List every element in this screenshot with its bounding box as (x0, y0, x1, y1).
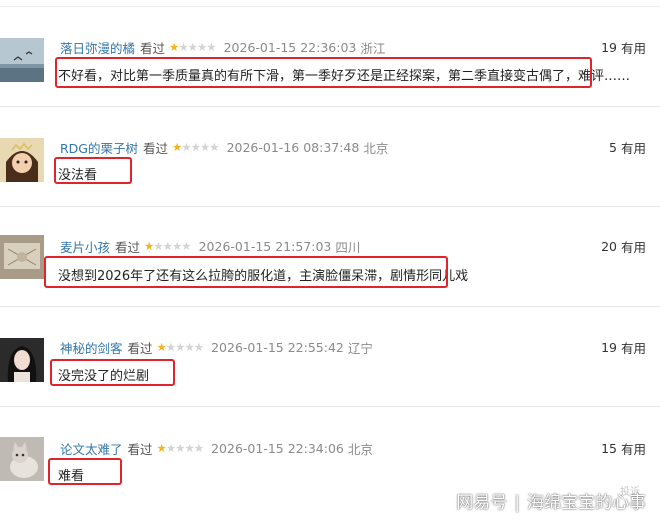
review-meta: RDG的栗子树 看过 ★★★★★ 2026-01-16 08:37:48 北京 (60, 138, 388, 156)
comment-location: 浙江 (360, 40, 386, 56)
highlight-box (54, 157, 132, 184)
review-divider (0, 106, 660, 107)
watched-status: 看过 (127, 441, 153, 457)
comment-time: 2026-01-15 21:57:03 (198, 238, 332, 254)
useful-label: 有用 (620, 441, 646, 457)
useful-count: 5 (609, 139, 617, 155)
useful-label: 有用 (620, 40, 646, 56)
rating-stars: ★★★★★ (156, 340, 205, 354)
review-divider (0, 306, 660, 307)
useful-label: 有用 (620, 239, 646, 255)
top-divider (0, 6, 660, 7)
comment-location: 辽宁 (347, 340, 373, 356)
highlight-box (50, 359, 175, 386)
watched-status: 看过 (143, 140, 169, 156)
avatar[interactable] (0, 235, 44, 279)
comment-time: 2026-01-15 22:55:42 (211, 339, 344, 355)
watched-status: 看过 (127, 340, 153, 356)
highlight-box (48, 458, 122, 485)
comment-location: 北京 (347, 441, 373, 457)
avatar[interactable] (0, 38, 44, 82)
highlight-box (55, 57, 592, 88)
avatar[interactable] (0, 338, 44, 382)
useful-count: 15 (601, 440, 617, 456)
review-divider (0, 406, 660, 407)
comment-time: 2026-01-15 22:34:06 (211, 440, 344, 456)
highlight-box (44, 256, 448, 288)
useful-count: 20 (601, 238, 617, 254)
useful-vote-button[interactable]: 20 有用 (601, 237, 646, 255)
useful-label: 有用 (620, 140, 646, 156)
useful-vote-button[interactable]: 15 有用 (601, 439, 646, 457)
review-meta: 神秘的剑客 看过 ★★★★★ 2026-01-15 22:55:42 辽宁 (60, 338, 373, 356)
username-link[interactable]: 神秘的剑客 (60, 338, 123, 357)
avatar[interactable] (0, 138, 44, 182)
avatar[interactable] (0, 437, 44, 481)
username-link[interactable]: 麦片小孩 (60, 237, 110, 256)
watermark-author: 海绵宝宝的心事 (527, 493, 646, 513)
useful-vote-button[interactable]: 19 有用 (601, 338, 646, 356)
review-meta: 麦片小孩 看过 ★★★★★ 2026-01-15 21:57:03 四川 (60, 237, 360, 255)
comment-location: 北京 (363, 140, 389, 156)
watermark-separator: | (514, 493, 520, 513)
username-link[interactable]: 论文太难了 (60, 439, 123, 458)
watched-status: 看过 (115, 239, 141, 255)
useful-count: 19 (601, 39, 617, 55)
username-link[interactable]: RDG的栗子树 (60, 138, 138, 157)
useful-vote-button[interactable]: 19 有用 (601, 38, 646, 56)
comment-location: 四川 (335, 239, 361, 255)
review-meta: 落日弥漫的橘 看过 ★★★★★ 2026-01-15 22:36:03 浙江 (60, 38, 385, 56)
review-meta: 论文太难了 看过 ★★★★★ 2026-01-15 22:34:06 北京 (60, 439, 373, 457)
rating-stars: ★★★★★ (169, 40, 217, 54)
watermark: 网易号 | 海绵宝宝的心事 (456, 488, 646, 513)
rating-stars: ★★★★★ (156, 441, 205, 455)
comment-time: 2026-01-15 22:36:03 (223, 39, 357, 55)
rating-stars: ★★★★★ (172, 140, 220, 154)
rating-stars: ★★★★★ (144, 239, 192, 253)
useful-count: 19 (601, 339, 617, 355)
username-link[interactable]: 落日弥漫的橘 (60, 38, 135, 57)
review-divider (0, 206, 660, 207)
comment-time: 2026-01-16 08:37:48 (226, 139, 360, 155)
useful-label: 有用 (620, 340, 646, 356)
watermark-platform: 网易号 (456, 493, 508, 513)
useful-vote-button[interactable]: 5 有用 (609, 138, 646, 156)
watched-status: 看过 (140, 40, 166, 56)
